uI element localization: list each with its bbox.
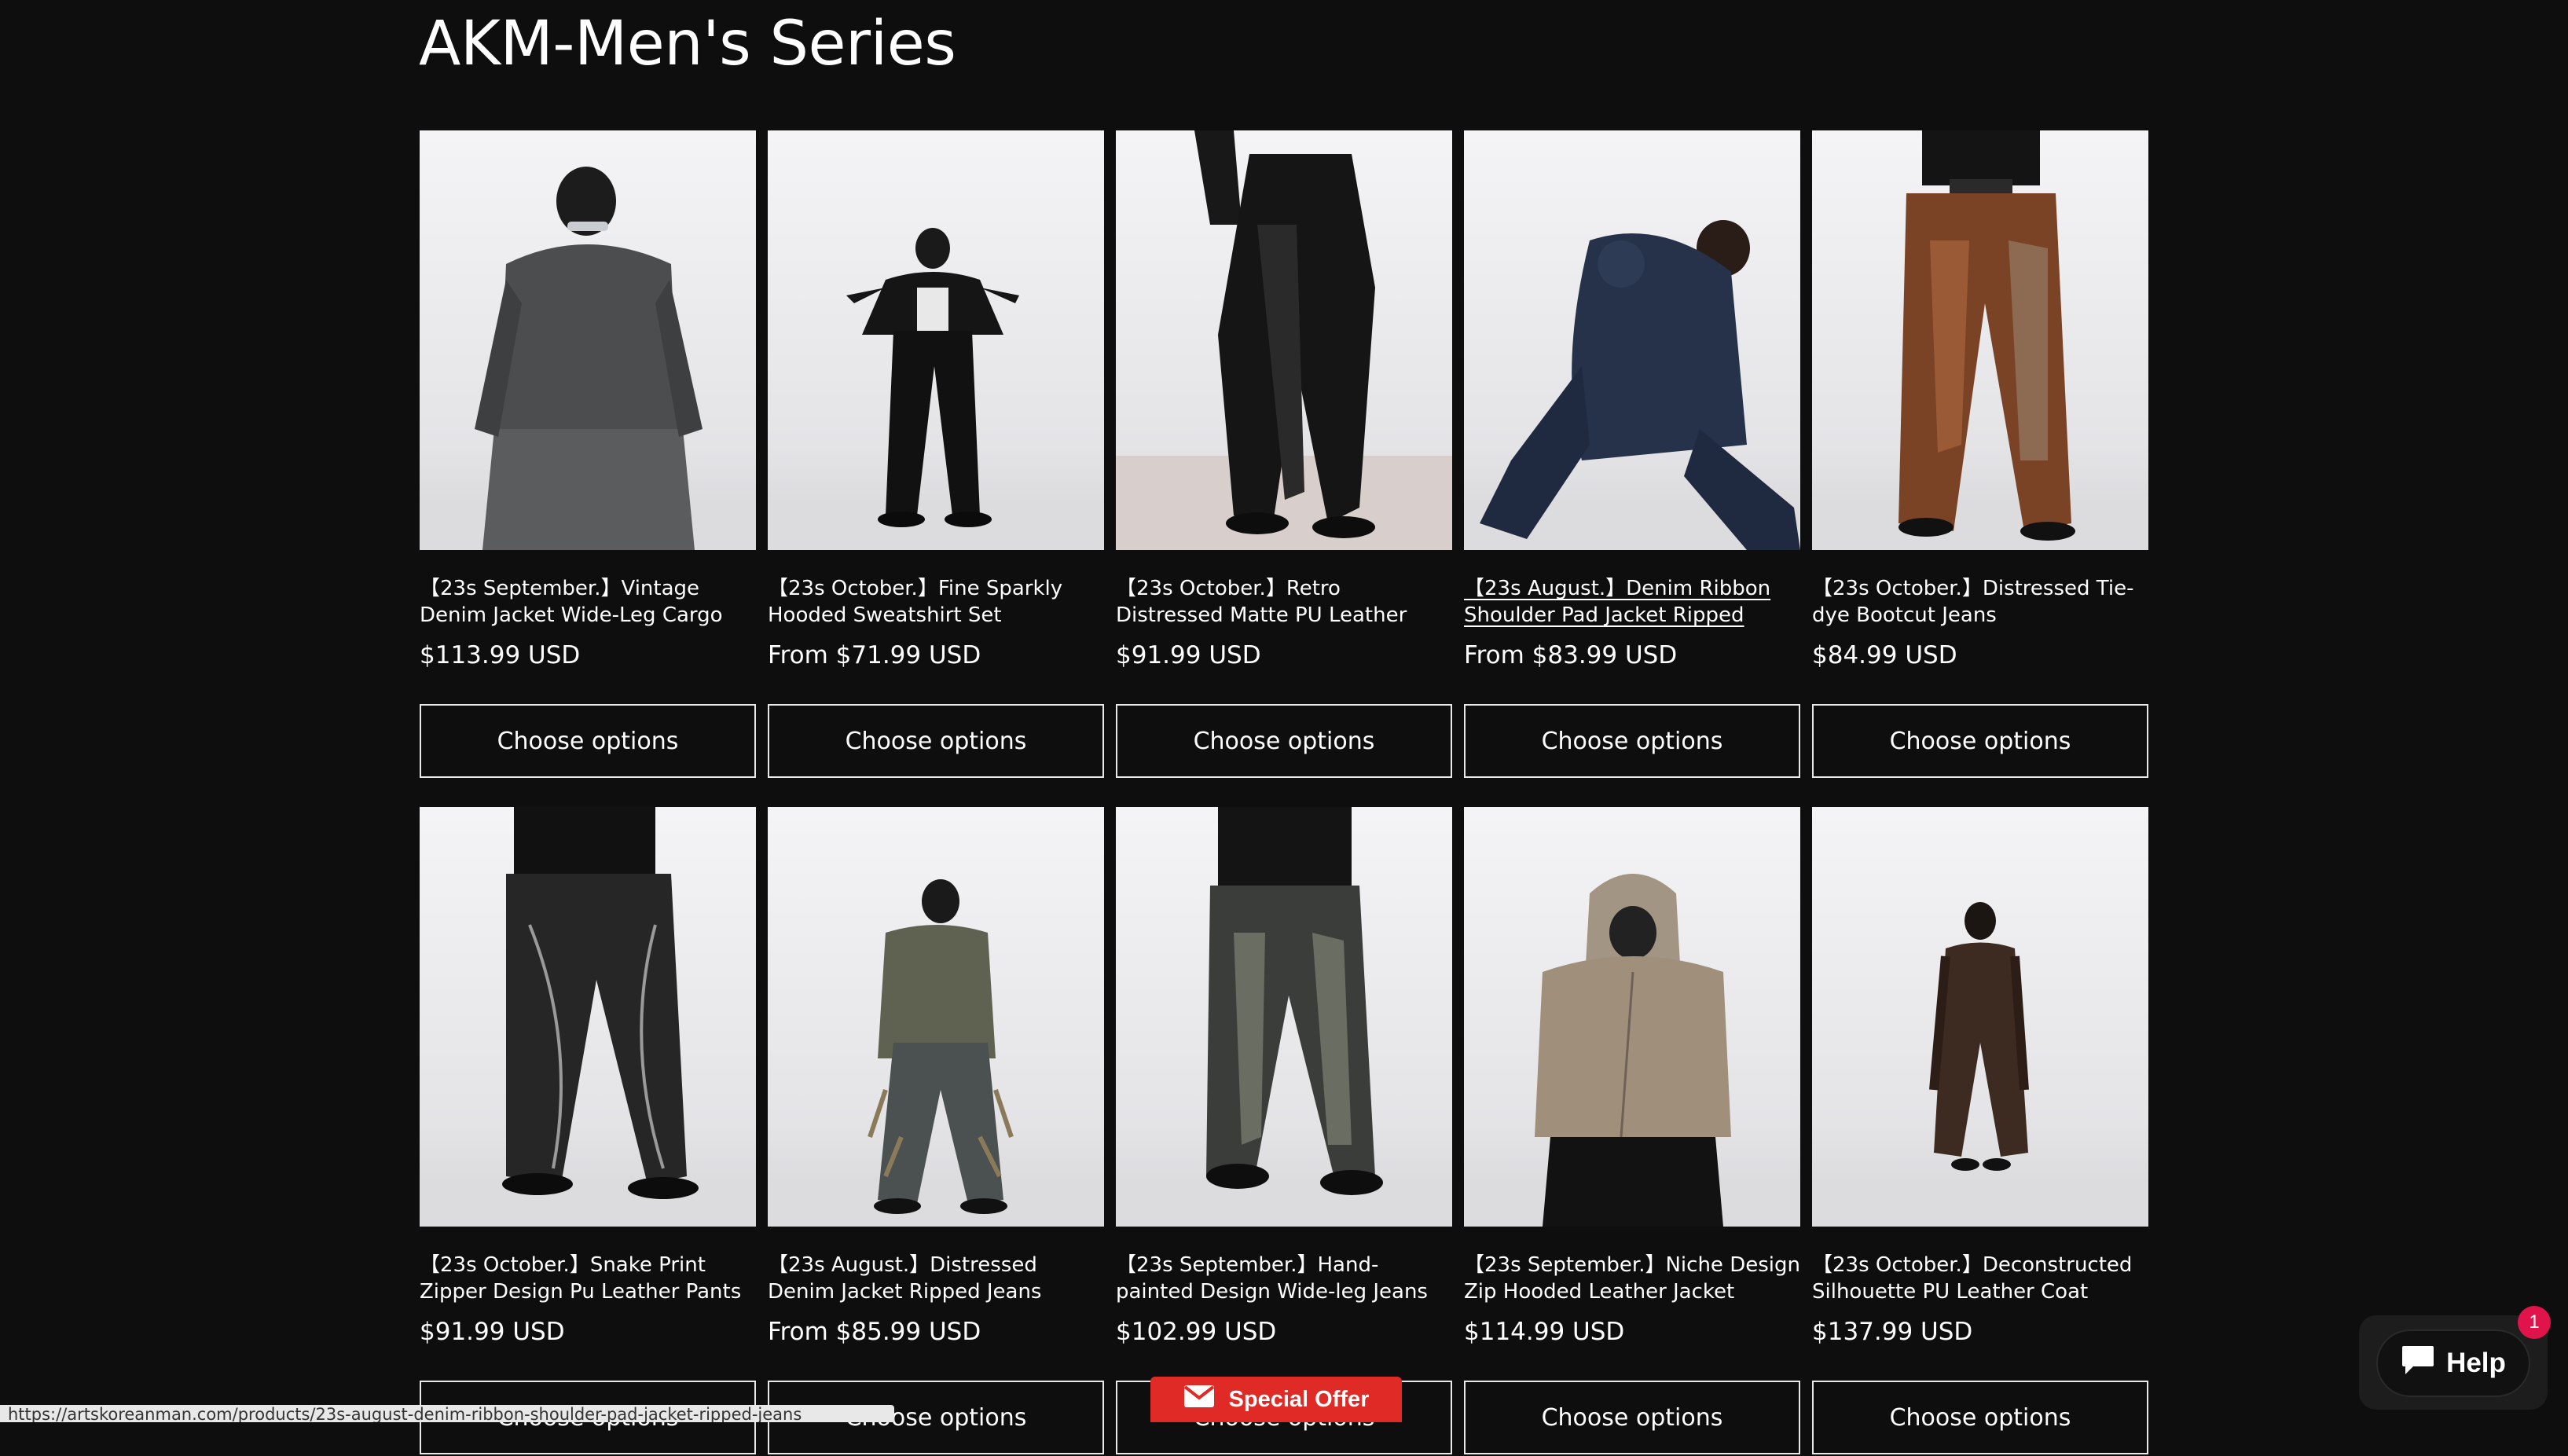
- special-offer-label: Special Offer: [1228, 1386, 1370, 1412]
- envelope-icon: [1183, 1384, 1215, 1414]
- product-card: 【23s August.】Denim Ribbon Shoulder Pad J…: [1464, 130, 1800, 779]
- product-card: 【23s October.】Fine Sparkly Hooded Sweats…: [768, 130, 1104, 779]
- choose-options-button[interactable]: Choose options: [1812, 704, 2148, 778]
- product-card: 【23s August.】Distressed Denim Jacket Rip…: [768, 807, 1104, 1456]
- product-title[interactable]: 【23s September.】Niche Design Zip Hooded …: [1464, 1252, 1800, 1305]
- chat-bubble-icon: [2401, 1344, 2435, 1383]
- product-price: From $83.99 USD: [1464, 641, 1678, 669]
- product-image[interactable]: [1812, 130, 2148, 550]
- choose-options-button[interactable]: Choose options: [1812, 1381, 2148, 1454]
- product-grid: 【23s September.】Vintage Denim Jacket Wid…: [420, 130, 2150, 1456]
- product-price: $91.99 USD: [1116, 641, 1261, 669]
- help-label: Help: [2446, 1348, 2506, 1378]
- product-card: 【23s October.】Distressed Tie-dye Bootcut…: [1812, 130, 2148, 779]
- product-price: From $85.99 USD: [768, 1318, 981, 1346]
- product-title[interactable]: 【23s October.】Distressed Tie-dye Bootcut…: [1812, 575, 2148, 629]
- product-image[interactable]: [1464, 807, 1800, 1227]
- product-image[interactable]: [420, 130, 756, 550]
- product-image[interactable]: [1116, 130, 1452, 550]
- product-title[interactable]: 【23s October.】Retro Distressed Matte PU …: [1116, 575, 1452, 629]
- product-image[interactable]: [1116, 807, 1452, 1227]
- choose-options-button[interactable]: Choose options: [420, 704, 756, 778]
- product-title[interactable]: 【23s August.】Distressed Denim Jacket Rip…: [768, 1252, 1104, 1305]
- help-chat-button[interactable]: Help: [2378, 1331, 2529, 1395]
- product-price: $113.99 USD: [420, 641, 581, 669]
- choose-options-button[interactable]: Choose options: [1464, 704, 1800, 778]
- product-card: 【23s October.】Snake Print Zipper Design …: [420, 807, 756, 1456]
- product-title[interactable]: 【23s October.】Snake Print Zipper Design …: [420, 1252, 756, 1305]
- product-image[interactable]: [1464, 130, 1800, 550]
- product-price: $84.99 USD: [1812, 641, 1957, 669]
- product-price: $114.99 USD: [1464, 1318, 1625, 1346]
- product-card: 【23s October.】Deconstructed Silhouette P…: [1812, 807, 2148, 1456]
- product-image[interactable]: [1812, 807, 2148, 1227]
- product-card: 【23s September.】Hand-painted Design Wide…: [1116, 807, 1452, 1456]
- product-card: 【23s October.】Retro Distressed Matte PU …: [1116, 130, 1452, 779]
- product-image[interactable]: [768, 807, 1104, 1227]
- browser-status-url: https://artskoreanman.com/products/23s-a…: [0, 1405, 894, 1422]
- product-price: $102.99 USD: [1116, 1318, 1277, 1346]
- product-image[interactable]: [768, 130, 1104, 550]
- product-title[interactable]: 【23s August.】Denim Ribbon Shoulder Pad J…: [1464, 575, 1800, 629]
- product-title[interactable]: 【23s October.】Deconstructed Silhouette P…: [1812, 1252, 2148, 1305]
- product-price: $137.99 USD: [1812, 1318, 1973, 1346]
- product-title[interactable]: 【23s September.】Hand-painted Design Wide…: [1116, 1252, 1452, 1305]
- special-offer-tab[interactable]: Special Offer: [1150, 1377, 1402, 1422]
- choose-options-button[interactable]: Choose options: [768, 704, 1104, 778]
- product-title[interactable]: 【23s September.】Vintage Denim Jacket Wid…: [420, 575, 756, 629]
- choose-options-button[interactable]: Choose options: [1116, 704, 1452, 778]
- product-title[interactable]: 【23s October.】Fine Sparkly Hooded Sweats…: [768, 575, 1104, 629]
- choose-options-button[interactable]: Choose options: [1464, 1381, 1800, 1454]
- product-image[interactable]: [420, 807, 756, 1227]
- product-card: 【23s September.】Niche Design Zip Hooded …: [1464, 807, 1800, 1456]
- notification-badge: 1: [2518, 1306, 2551, 1339]
- product-price: $91.99 USD: [420, 1318, 565, 1346]
- collection-title: AKM-Men's Series: [419, 9, 956, 79]
- product-price: From $71.99 USD: [768, 641, 981, 669]
- product-card: 【23s September.】Vintage Denim Jacket Wid…: [420, 130, 756, 779]
